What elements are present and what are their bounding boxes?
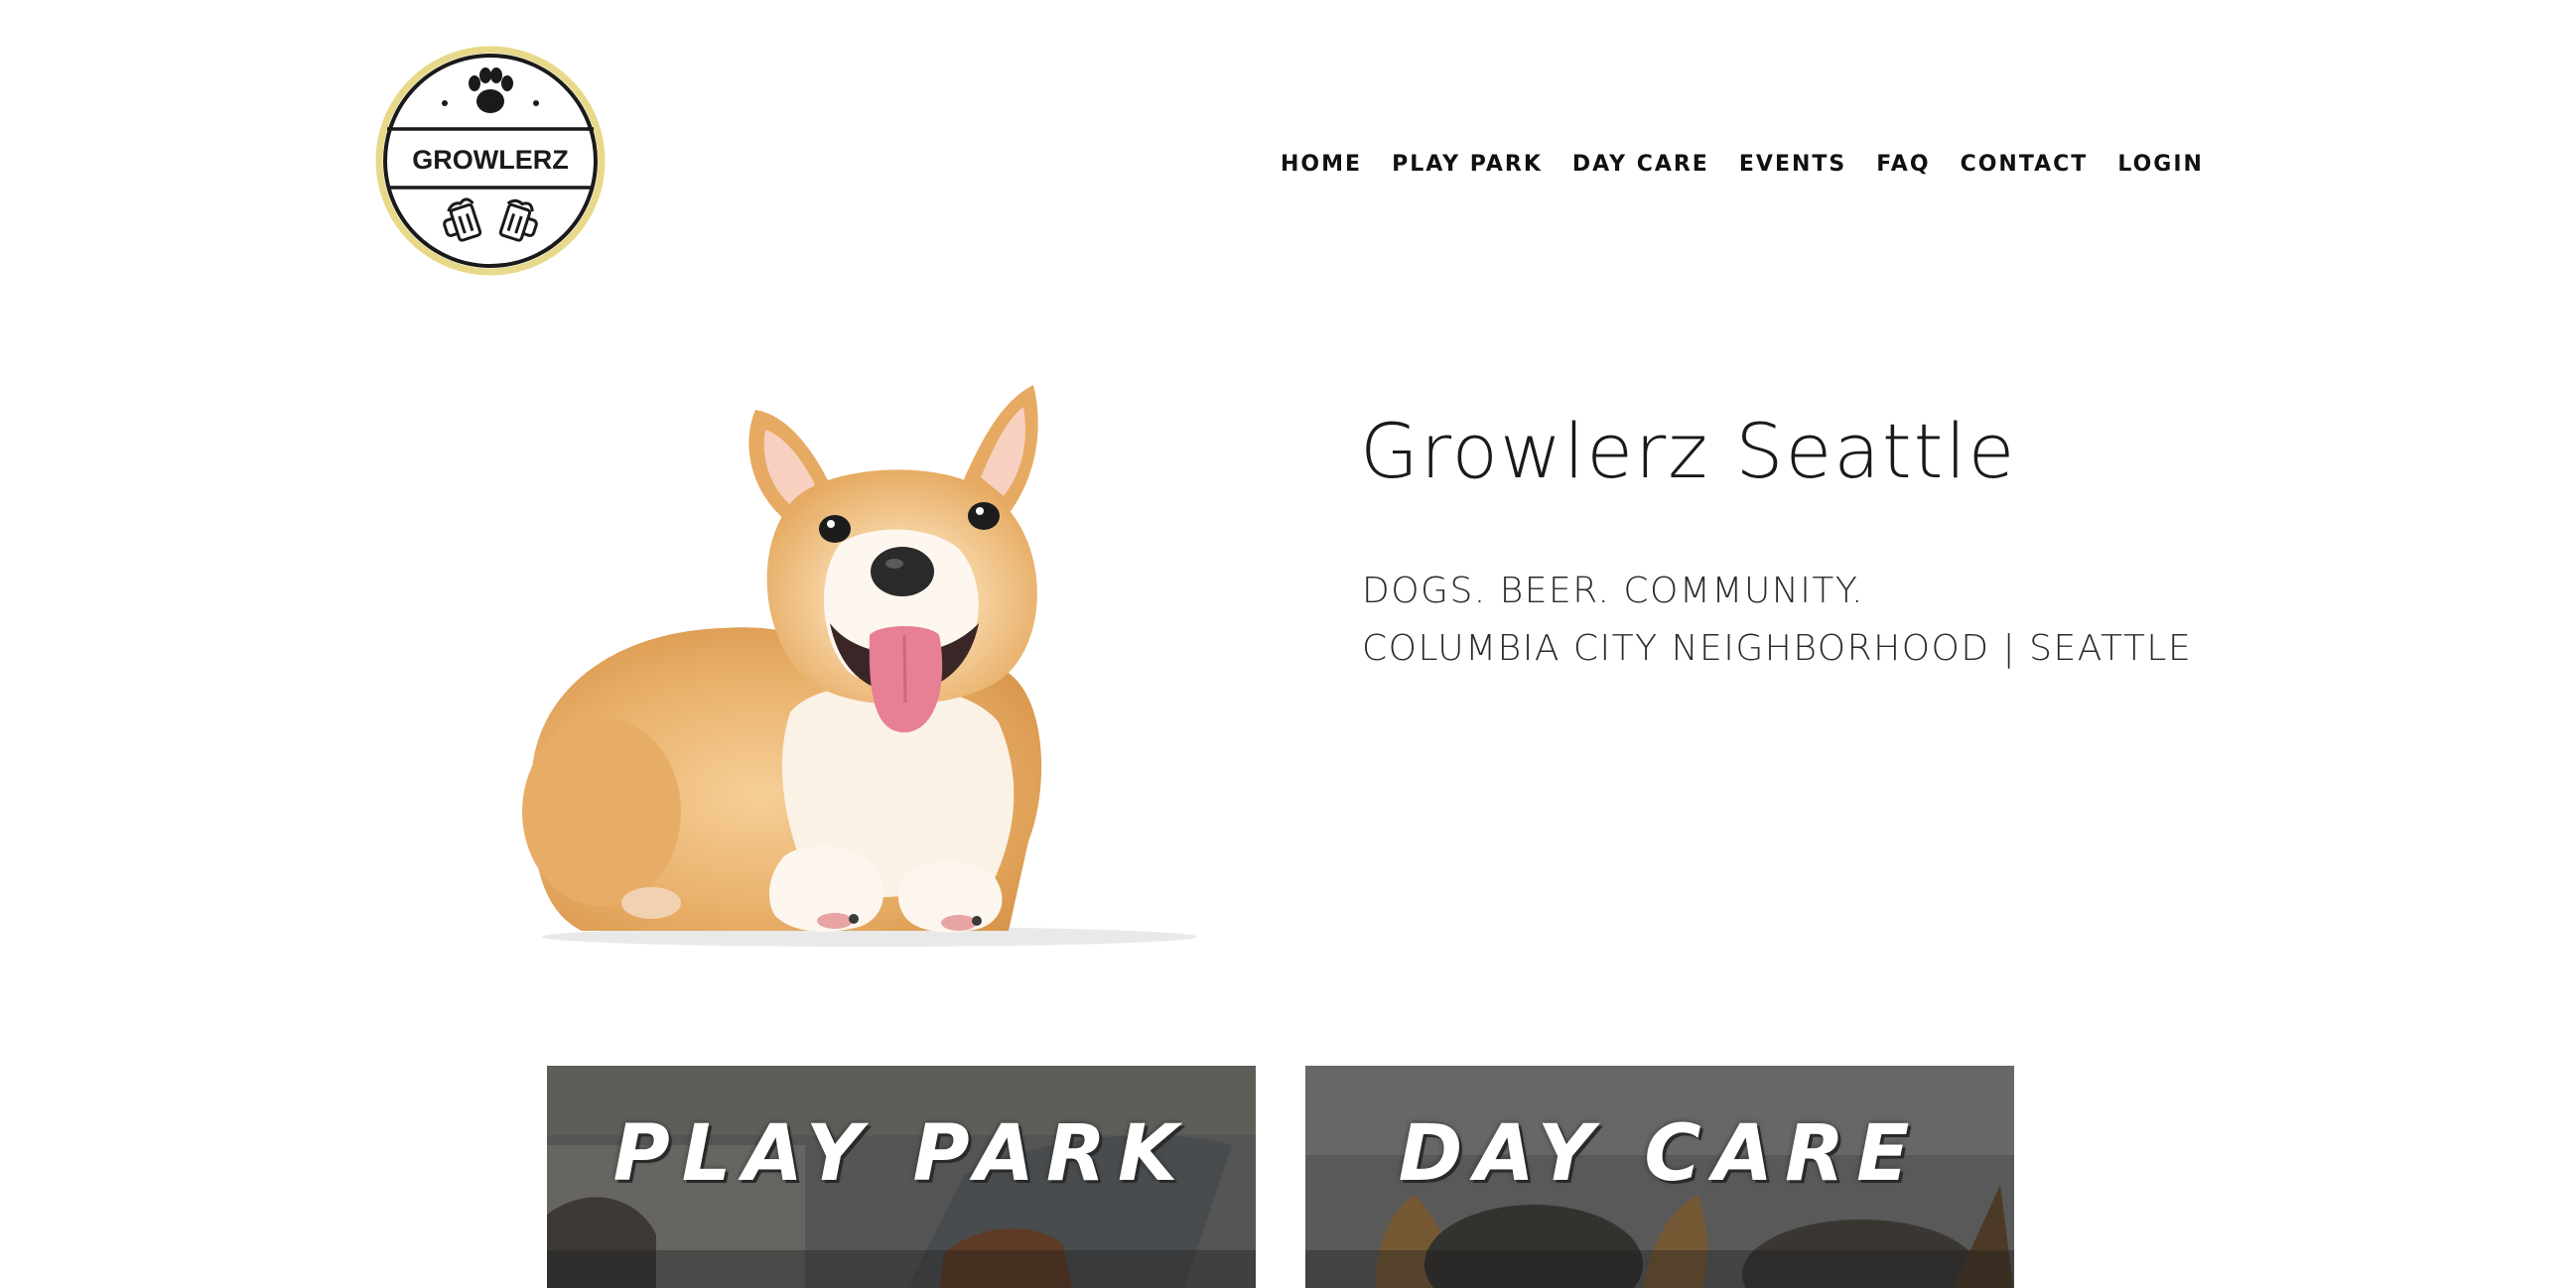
hero-dog-image <box>492 375 1227 951</box>
nav-item-home[interactable]: HOME <box>1281 152 1362 177</box>
main-nav: HOME PLAY PARK DAY CARE EVENTS FAQ CONTA… <box>1281 147 2204 181</box>
growlerz-logo[interactable]: GROWLERZ <box>371 42 610 280</box>
play-park-card-title: PLAY PARK <box>612 1109 1190 1199</box>
nav-item-events[interactable]: EVENTS <box>1739 152 1846 177</box>
nav-item-day-care[interactable]: DAY CARE <box>1572 152 1709 177</box>
nav-item-play-park[interactable]: PLAY PARK <box>1392 152 1543 177</box>
nav-item-contact[interactable]: CONTACT <box>1961 152 2089 177</box>
day-care-card[interactable]: DAY CARE <box>1305 1066 2014 1288</box>
day-care-card-strip <box>1305 1250 2014 1288</box>
play-park-card[interactable]: PLAY PARK <box>547 1066 1256 1288</box>
hero-location: COLUMBIA CITY NEIGHBORHOOD | SEATTLE <box>1362 628 2193 669</box>
nav-item-faq[interactable]: FAQ <box>1876 152 1930 177</box>
nav-item-login[interactable]: LOGIN <box>2117 152 2204 177</box>
logo-text: GROWLERZ <box>412 145 568 175</box>
day-care-card-title: DAY CARE <box>1398 1109 1922 1199</box>
page: GROWLERZ HOME PLAY PARK DAY CARE EVENTS … <box>0 0 2576 1288</box>
hero-tagline: DOGS. BEER. COMMUNITY. <box>1362 571 1864 611</box>
hero-title: Growlerz Seattle <box>1360 407 2017 495</box>
play-park-card-strip <box>547 1250 1256 1288</box>
